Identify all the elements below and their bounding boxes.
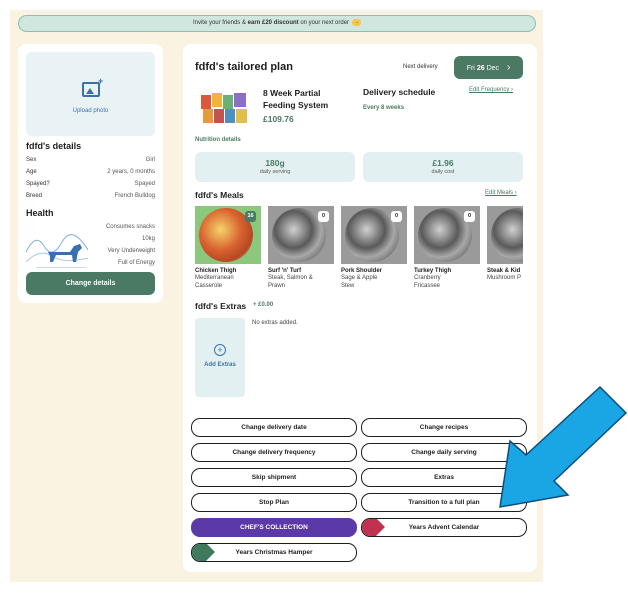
meals-title: fdfd's Meals (195, 190, 244, 200)
meal-desc: Mushroom P (487, 275, 522, 281)
detail-row-spayed: Spayed? Spayed (26, 181, 155, 187)
detail-label: Spayed? (26, 181, 50, 187)
delivery-schedule-title: Delivery schedule (363, 87, 436, 97)
meal-card[interactable]: 0 Surf 'n' Turf Steak, Salmon & Prawn (268, 206, 334, 290)
meal-image (487, 206, 523, 264)
health-snacks: Consumes snacks (105, 224, 155, 230)
meal-desc: Sage & Apple (341, 275, 378, 281)
upload-photo-label: Upload photo (72, 108, 109, 114)
product-boxes-image (201, 93, 247, 123)
health-activity: Full of Energy (117, 260, 155, 266)
detail-row-age: Age 2 years, 0 months (26, 169, 155, 175)
meal-desc: Casserole (195, 283, 223, 289)
extras-title: fdfd's Extras (195, 301, 247, 311)
edit-frequency-link[interactable]: Edit Frequency › (469, 87, 513, 93)
daily-serving-stat: 180g daily serving (195, 152, 355, 182)
next-delivery-button[interactable]: Fri 26 Dec › (454, 56, 523, 79)
meal-desc: Prawn (268, 283, 286, 289)
delivery-month: Dec (486, 65, 500, 72)
health-weight: 10kg (141, 236, 155, 242)
meal-card[interactable]: 0 Turkey Thigh Cranberry Fricassee (414, 206, 480, 290)
plan-title: fdfd's tailored plan (195, 61, 293, 73)
extras-price: + £0.00 (253, 302, 274, 308)
advent-calendar-button[interactable]: Years Advent Calendar (361, 518, 527, 537)
details-title: fdfd's details (26, 141, 82, 151)
meal-desc: Stew (341, 283, 355, 289)
banner-suffix: on your next order (298, 20, 350, 26)
arrow-right-icon: → (352, 18, 362, 26)
add-extras-label: Add Extras (204, 362, 236, 368)
meal-image: 0 (414, 206, 480, 264)
christmas-hamper-label: Years Christmas Hamper (235, 549, 313, 556)
product-name: 8 Week Partial Feeding System (263, 88, 329, 110)
change-delivery-date-button[interactable]: Change delivery date (191, 418, 357, 437)
plus-icon: + (98, 76, 104, 86)
no-extras-text: No extras added. (252, 320, 298, 326)
advent-calendar-label: Years Advent Calendar (408, 524, 480, 531)
meal-count-badge: 0 (464, 211, 475, 222)
meal-count-badge: 0 (318, 211, 329, 222)
meal-desc: Cranberry (414, 275, 441, 281)
detail-label: Age (26, 169, 37, 175)
meal-count-badge: 16 (245, 211, 256, 222)
delivery-day: Fri (466, 65, 475, 72)
stat-label: daily serving (259, 169, 291, 175)
meal-image: 0 (268, 206, 334, 264)
plan-card: fdfd's tailored plan Next delivery Fri 2… (183, 44, 537, 572)
detail-row-sex: Sex Girl (26, 157, 155, 163)
meal-desc: Fricassee (414, 283, 441, 289)
nutrition-details-link[interactable]: Nutrition details (195, 137, 241, 143)
detail-label: Breed (26, 193, 43, 199)
delivery-date: 26 (476, 65, 485, 72)
add-extras-button[interactable]: + Add Extras (195, 318, 245, 397)
upload-photo-box[interactable]: + Upload photo (26, 52, 155, 136)
chevron-right-icon: › (506, 62, 511, 73)
pointer-arrow-icon (499, 385, 628, 508)
delivery-schedule-value: Every 8 weeks (363, 105, 405, 111)
daily-cost-stat: £1.96 daily cost (363, 152, 523, 182)
dog-illustration (26, 234, 88, 268)
change-details-button[interactable]: Change details (26, 272, 155, 295)
stat-label: daily cost (431, 169, 455, 175)
change-delivery-frequency-button[interactable]: Change delivery frequency (191, 443, 357, 462)
skip-shipment-button[interactable]: Skip shipment (191, 468, 357, 487)
gift-tag-icon (362, 519, 385, 536)
chefs-collection-button[interactable]: CHEF'S COLLECTION (191, 518, 357, 537)
stat-value: £1.96 (432, 158, 454, 168)
christmas-hamper-button[interactable]: Years Christmas Hamper (191, 543, 357, 562)
stat-value: 180g (265, 158, 285, 168)
detail-row-breed: Breed French Bulldog (26, 193, 155, 199)
edit-meals-link[interactable]: Edit Meals › (485, 190, 517, 196)
meal-card[interactable]: Steak & Kid Mushroom P (487, 206, 523, 282)
referral-banner[interactable]: Invite your friends & earn £20 discount … (18, 15, 536, 32)
detail-value: French Bulldog (114, 193, 155, 199)
meal-image: 0 (341, 206, 407, 264)
banner-discount: earn £20 discount (247, 20, 299, 26)
detail-value: 2 years, 0 months (107, 169, 155, 175)
meal-desc: Steak, Salmon & (268, 275, 313, 281)
meal-card[interactable]: 16 Chicken Thigh Mediterranean Casserole (195, 206, 261, 290)
stop-plan-button[interactable]: Stop Plan (191, 493, 357, 512)
gift-tag-icon (192, 544, 215, 561)
health-title: Health (26, 208, 54, 218)
add-circle-icon: + (214, 344, 226, 356)
pet-profile-card: + Upload photo fdfd's details Sex Girl Ag… (18, 44, 163, 303)
health-body-condition: Very Underweight (107, 248, 155, 254)
next-delivery-label: Next delivery (403, 64, 438, 70)
extras-button-label: Extras (434, 474, 454, 481)
detail-value: Girl (145, 157, 155, 163)
detail-value: Spayed (134, 181, 155, 187)
detail-label: Sex (26, 157, 37, 163)
meal-image: 16 (195, 206, 261, 264)
meal-card[interactable]: 0 Pork Shoulder Sage & Apple Stew (341, 206, 407, 290)
meal-desc: Mediterranean (195, 275, 234, 281)
banner-prefix: Invite your friends & (192, 20, 248, 26)
meal-count-badge: 0 (391, 211, 402, 222)
product-price: £109.76 (263, 114, 294, 124)
